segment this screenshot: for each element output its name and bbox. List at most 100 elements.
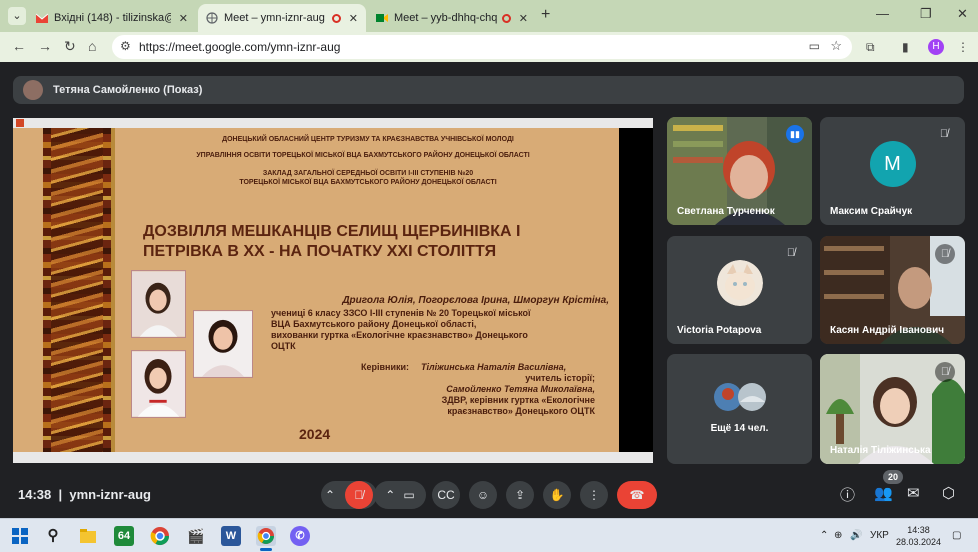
notifications-icon[interactable]: ▢ [952,530,961,541]
new-tab-button[interactable]: + [541,6,550,24]
sidepanel-icon[interactable]: ▮ [902,40,909,54]
speaker-icon[interactable]: 🔊 [850,530,862,541]
bookmark-star-icon[interactable]: ☆ [830,38,842,54]
slide-header-line: ДОНЕЦЬКИЙ ОБЛАСНИЙ ЦЕНТР ТУРИЗМУ ТА КРАЄ… [222,136,514,143]
participant-count-badge: 20 [883,470,903,484]
meeting-time: 14:38 | ymn-iznr-aug [18,487,151,502]
tab-gmail[interactable]: Вхідні (148) - tilizinska@gmail.c ✕ [28,4,196,32]
raise-hand-button[interactable]: ✋ [543,481,571,509]
participant-name: Максим Срайчук [830,206,913,217]
participant-tile[interactable]: 🎙̸ Касян Андрій Іванович [820,236,965,344]
url-text: https://meet.google.com/ymn-iznr-aug [139,40,341,54]
chevron-up-icon[interactable]: ⌃ [385,488,395,502]
microphone-control[interactable]: ⌃ 🎙̸ [321,481,377,509]
back-button[interactable]: ← [12,38,26,54]
profile-avatar[interactable]: H [928,39,944,55]
address-bar[interactable]: ⚙ https://meet.google.com/ymn-iznr-aug ▭… [112,35,852,59]
leave-call-button[interactable]: ☎ [617,481,657,509]
present-button[interactable]: ⇪ [506,481,534,509]
word-icon[interactable]: W [221,526,241,546]
avatar-stack [714,383,766,411]
close-tab-icon[interactable]: ✕ [179,12,188,25]
viber-icon[interactable]: ✆ [290,526,310,546]
hand-icon: ✋ [549,488,565,502]
student-photo-1 [131,270,186,338]
people-icon[interactable]: 👥 [874,484,893,502]
activities-icon[interactable]: ⬡ [942,484,955,502]
clapper-icon[interactable]: 🎬 [186,526,206,546]
student-photo-2 [193,310,253,378]
participant-tile[interactable]: 🎙̸ Наталія Тіліжинська [820,354,965,464]
emoji-icon: ☺ [476,488,490,502]
maximize-button[interactable]: ❐ [920,6,932,22]
leader-name: Самойленко Тетяна Миколаївна, [446,384,595,394]
site-info-icon[interactable]: ⚙ [120,39,131,53]
camera-icon[interactable]: ▭ [403,488,414,502]
authors-line: ВЦА Бахмутського району Донецької област… [271,319,477,329]
mic-off-icon: 🎙̸ [786,247,796,259]
more-participants-label: Ещё 14 чел. [710,423,769,434]
tab-strip: ⌄ Вхідні (148) - tilizinska@gmail.c ✕ Me… [0,0,978,32]
tab-title: Meet – ymn-iznr-aug [224,12,325,24]
chrome-icon[interactable] [150,526,170,546]
tab-meet-active[interactable]: Meet – ymn-iznr-aug ✕ [198,4,366,32]
reload-button[interactable]: ↻ [64,38,76,55]
leader-role: ЗДВР, керівник гуртка «Екологічне [441,395,595,405]
powerpoint-icon [16,119,24,127]
powerpoint-titlebar [13,118,653,128]
chrome-active-icon[interactable] [256,526,276,546]
leaders-label: Керівники: [361,362,410,372]
clock[interactable]: 14:38 28.03.2024 [896,524,941,548]
chat-icon[interactable]: ✉ [907,484,920,502]
windows-taskbar: ⚲ 64 🎬 W ✆ ⌃ ⊕ 🔊 УКР 14:38 28.03.2024 ▢ [0,518,978,552]
language-indicator[interactable]: УКР [870,530,889,541]
leader-name: Тіліжинська Наталія Василівна, [421,362,567,372]
slide-year: 2024 [299,426,331,442]
reactions-button[interactable]: ☺ [469,481,497,509]
authors-line: учениці 6 класу ЗЗСО І-ІІІ ступенів № 20… [271,308,531,318]
participant-tile[interactable]: 🎙̸ Victoria Potapova [667,236,812,344]
slide-header-line: ЗАКЛАД ЗАГАЛЬНОЇ СЕРЕДНЬОЇ ОСВІТИ І-ІІІ … [262,170,474,177]
avatar: M [869,141,916,187]
cast-icon[interactable]: ▭ [809,39,820,53]
slide-header-line: УПРАВЛІННЯ ОСВІТИ ТОРЕЦЬКОЇ МІСЬКОЇ ВЦА … [196,152,530,159]
meeting-info-icon[interactable]: ⓘ [840,484,855,505]
cast-tray-icon[interactable]: ⊕ [834,530,842,541]
more-participants-tile[interactable]: Ещё 14 чел. [667,354,812,464]
app-64-icon[interactable]: 64 [114,526,134,546]
more-options-button[interactable]: ⋮ [580,481,608,509]
hang-up-icon: ☎ [629,488,645,502]
slide-header-line: ТОРЕЦЬКОЇ МІСЬКОЇ ВЦА БАХМУТСЬКОГО РАЙОН… [239,179,497,186]
file-explorer-icon[interactable] [78,526,98,546]
home-button[interactable]: ⌂ [88,38,96,54]
more-vert-icon: ⋮ [588,488,600,502]
authors-line: ОЦТК [271,341,296,351]
student-photo-3 [131,350,186,418]
close-window-button[interactable]: ✕ [957,6,968,22]
mic-off-icon[interactable]: 🎙̸ [345,481,374,509]
tab-title: Вхідні (148) - tilizinska@gmail.c [54,12,171,24]
presentation-stream: ДОНЕЦЬКИЙ ОБЛАСНИЙ ЦЕНТР ТУРИЗМУ ТА КРАЄ… [13,118,653,463]
chevron-up-icon[interactable]: ⌃ [325,488,335,502]
tab-title: Meet – yyb-dhhq-chq [394,12,498,24]
meeting-controls-bar: 14:38 | ymn-iznr-aug ⌃ 🎙̸ ⌃ ▭ CC ☺ ⇪ ✋ ⋮… [0,470,978,518]
windows-start-icon[interactable] [10,526,30,546]
meeting-code: ymn-iznr-aug [69,487,151,502]
search-icon[interactable]: ⚲ [43,526,63,546]
authors-line: вихованки гуртка «Екологічне краєзнавств… [271,330,528,340]
forward-button[interactable]: → [38,38,52,54]
extensions-icon[interactable]: ⧉ [866,40,875,55]
participant-tile[interactable]: ▮▮ Светлана Турченюк [667,117,812,225]
menu-kebab-icon[interactable]: ⋮ [957,40,969,54]
speaking-indicator-icon: ▮▮ [786,125,804,143]
minimize-button[interactable]: — [876,6,889,21]
camera-control[interactable]: ⌃ ▭ [374,481,426,509]
authors-names: Дригола Юлія, Погорєлова Ірина, Шморгун … [342,295,609,306]
close-tab-icon[interactable]: ✕ [519,12,528,25]
participant-tile[interactable]: M 🎙̸ Максим Срайчук [820,117,965,225]
close-tab-icon[interactable]: ✕ [349,12,358,25]
tab-meet-2[interactable]: Meet – yyb-dhhq-chq ✕ [368,4,536,32]
tab-search-button[interactable]: ⌄ [8,7,26,25]
captions-button[interactable]: CC [432,481,460,509]
chevron-up-icon[interactable]: ⌃ [820,530,828,541]
